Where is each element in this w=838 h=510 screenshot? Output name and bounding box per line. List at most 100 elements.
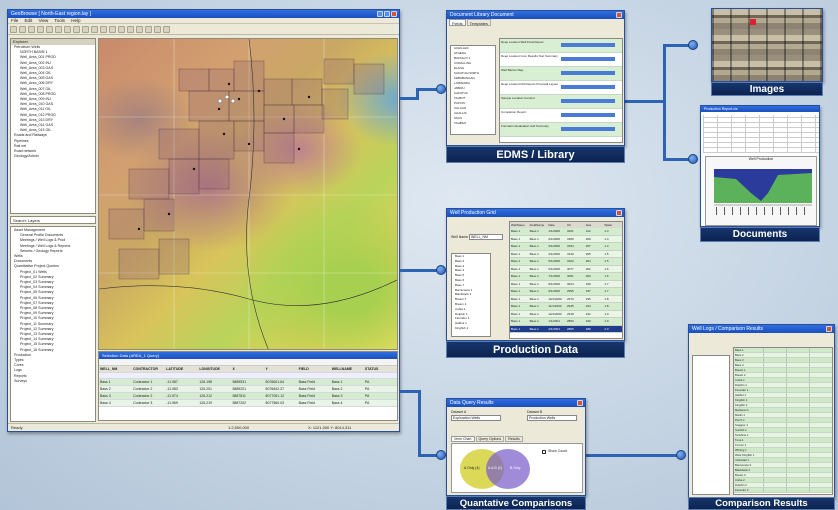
search-bar[interactable]: Search: Layers (10, 216, 96, 224)
identify-icon[interactable] (82, 25, 89, 33)
dataset-b-select[interactable]: Production Wells (527, 415, 577, 421)
edms-doc-row[interactable]: Formation Evaluation and Summary (500, 123, 622, 137)
link-icon[interactable] (561, 99, 615, 103)
production-grid-row[interactable]: Bass 1 Bass 1 10/1/2000 2970 195 1.8 (510, 295, 622, 303)
link-icon[interactable] (561, 43, 615, 47)
project-tree-item[interactable]: Surveys (14, 379, 95, 384)
table-row[interactable]: Bass 3 Contractor 2 -11.974 126.212 5887811 8… (99, 393, 397, 400)
table-header-cell[interactable]: WELL_NM (99, 366, 132, 372)
production-grid-row[interactable]: Bass 1 Bass 1 6/1/2000 3077 202 1.6 (510, 265, 622, 273)
table-row[interactable]: Bass 1 Contractor 1 -11.987 126.198 5889531 8… (99, 379, 397, 386)
link-icon[interactable] (561, 127, 615, 131)
edms-close-button[interactable] (616, 12, 622, 18)
table-row[interactable]: Bass 4 Contractor 3 -11.969 126.219 5887202 8… (99, 400, 397, 407)
edms-doc-row[interactable]: Completion Report (500, 109, 622, 123)
quant-title-bar[interactable]: Data Query Results (447, 399, 585, 407)
menu-edit[interactable]: Edit (25, 18, 33, 23)
tab-results[interactable]: Results (505, 436, 523, 442)
label-icon[interactable] (136, 25, 143, 33)
maximize-button[interactable] (384, 11, 390, 17)
production-grid-row[interactable]: Bass 1 Bass 1 11/1/2000 2945 194 1.8 (510, 303, 622, 311)
production-grid-row[interactable]: Bass 1 Bass 1 8/1/2000 3024 199 1.7 (510, 280, 622, 288)
edms-doc-row[interactable]: Deep Lookout Well Final Report (500, 39, 622, 53)
quant-close-button[interactable] (577, 400, 583, 406)
print-icon[interactable] (28, 25, 35, 33)
measure-icon[interactable] (91, 25, 98, 33)
save-icon[interactable] (19, 25, 26, 33)
production-grid-row[interactable]: Bass 1 Bass 1 4/1/2000 3130 205 1.5 (510, 250, 622, 258)
production-grid-row[interactable]: Bass 1 Bass 1 7/1/2000 3051 200 1.6 (510, 273, 622, 281)
link-icon[interactable] (561, 113, 615, 117)
menu-file[interactable]: File (11, 18, 18, 23)
documents-title-bar[interactable]: Production Report.xls (701, 106, 819, 112)
minimize-button[interactable] (377, 11, 383, 17)
production-grid-row[interactable]: Bass 1 Bass 1 2/1/2000 3180 209 1.4 (510, 235, 622, 243)
pan-icon[interactable] (46, 25, 53, 33)
menu-view[interactable]: View (39, 18, 49, 23)
edms-doc-row[interactable]: Deep Lookout Core Results Test Summary (500, 53, 622, 67)
query-icon[interactable] (109, 25, 116, 33)
table-header-cell[interactable]: Y (265, 366, 298, 372)
layers-icon[interactable] (100, 25, 107, 33)
production-grid-row[interactable]: Bass 1 Bass 1 1/1/2000 3201 212 1.3 (510, 228, 622, 236)
production-grid-row[interactable]: Bass 1 Bass 1 1/1/2001 2890 190 1.9 (510, 318, 622, 326)
close-button[interactable] (391, 11, 397, 17)
edms-field-list[interactable]: ACHILLES ATHENA BUFFALO 1 CORALLINA ELANG KAK… (450, 45, 496, 135)
menu-tools[interactable]: Tools (54, 18, 65, 23)
production-grid-row[interactable]: Bass 1 Bass 1 2/1/2001 2865 189 2.0 (510, 325, 622, 333)
production-grid-cell: 195 (585, 296, 591, 301)
zoom-in-icon[interactable] (55, 25, 62, 33)
link-icon[interactable] (561, 57, 615, 61)
tab-query-options[interactable]: Query Options (475, 436, 505, 442)
table-header-cell[interactable]: WELLNAME (331, 366, 364, 372)
chart-icon[interactable] (145, 25, 152, 33)
table-cell: 5887202 (232, 401, 247, 405)
edms-title-bar[interactable]: Document Library Document (447, 11, 624, 19)
production-grid-row[interactable]: Bass 1 Bass 1 12/1/2000 2918 192 1.9 (510, 310, 622, 318)
table-header-cell[interactable]: FIELD (298, 366, 331, 372)
zoom-out-icon[interactable] (64, 25, 71, 33)
production-grid-row[interactable]: Bass 1 Bass 1 5/1/2000 3102 204 1.5 (510, 258, 622, 266)
pointer-icon[interactable] (37, 25, 44, 33)
edms-list-item[interactable]: TAHBILK (453, 121, 495, 126)
comparison-close-button[interactable] (826, 326, 832, 332)
full-extent-icon[interactable] (127, 25, 134, 33)
production-input[interactable]: WELL_NM (469, 234, 503, 240)
table-row[interactable]: Bass 2 Contractor 2 -11.983 126.201 5889201 8… (99, 386, 397, 393)
production-grid-row[interactable]: Bass 1 Bass 1 9/1/2000 2996 197 1.7 (510, 288, 622, 296)
map-view[interactable] (98, 38, 398, 350)
dataset-a-select[interactable]: Exploration Wells (451, 415, 501, 421)
production-grid-cell: 1.5 (604, 251, 609, 256)
link-icon[interactable] (561, 71, 615, 75)
edms-document-list[interactable]: Deep Lookout Well Final Report Deep Looko… (499, 38, 623, 143)
table-header-cell[interactable]: X (231, 366, 264, 372)
comparison-title-bar[interactable]: Well Logs / Comparison Results (689, 325, 834, 333)
tab-venn-chart[interactable]: Venn Chart (451, 436, 475, 442)
edms-doc-row[interactable]: Sample Location Cement (500, 95, 622, 109)
edms-tab-templates[interactable]: Templates (466, 19, 491, 26)
production-close-button[interactable] (616, 210, 622, 216)
table-header-cell[interactable]: STATUS (364, 366, 397, 372)
refresh-icon[interactable] (118, 25, 125, 33)
table-filter[interactable] (99, 359, 397, 366)
production-well-list[interactable]: Bass 1 Bass 2 Bass 3 Bass 4 Bass 5 Bass 6 Bass… (451, 253, 491, 337)
production-well-item[interactable]: Kingfish 1 (454, 326, 490, 331)
production-title-bar[interactable]: Well Production Grid (447, 209, 624, 217)
edms-tab-fields[interactable]: Fields (449, 19, 466, 26)
legend-checkbox[interactable] (542, 450, 546, 454)
menu-help[interactable]: Help (71, 18, 80, 23)
tree-item[interactable]: Geology/Admin (14, 154, 95, 159)
help-icon[interactable] (163, 25, 170, 33)
select-icon[interactable] (73, 25, 80, 33)
table-header-cell[interactable]: LATITUDE (165, 366, 198, 372)
main-title-bar[interactable]: GeoBrowse [ North-East region.lay ] (8, 10, 399, 18)
table-header-cell[interactable]: LONGITUDE (198, 366, 231, 372)
comparison-row[interactable]: Flounder 2 (734, 488, 832, 493)
table-header-cell[interactable]: CONTRACTOR (132, 366, 165, 372)
open-icon[interactable] (10, 25, 17, 33)
edms-doc-row[interactable]: Deep Lookout Drill Report Proposal Layou… (500, 81, 622, 95)
table-icon[interactable] (154, 25, 161, 33)
production-grid-row[interactable]: Bass 1 Bass 1 3/1/2000 3154 207 1.4 (510, 243, 622, 251)
edms-doc-row[interactable]: Well Barrier Map (500, 67, 622, 81)
link-icon[interactable] (561, 85, 615, 89)
